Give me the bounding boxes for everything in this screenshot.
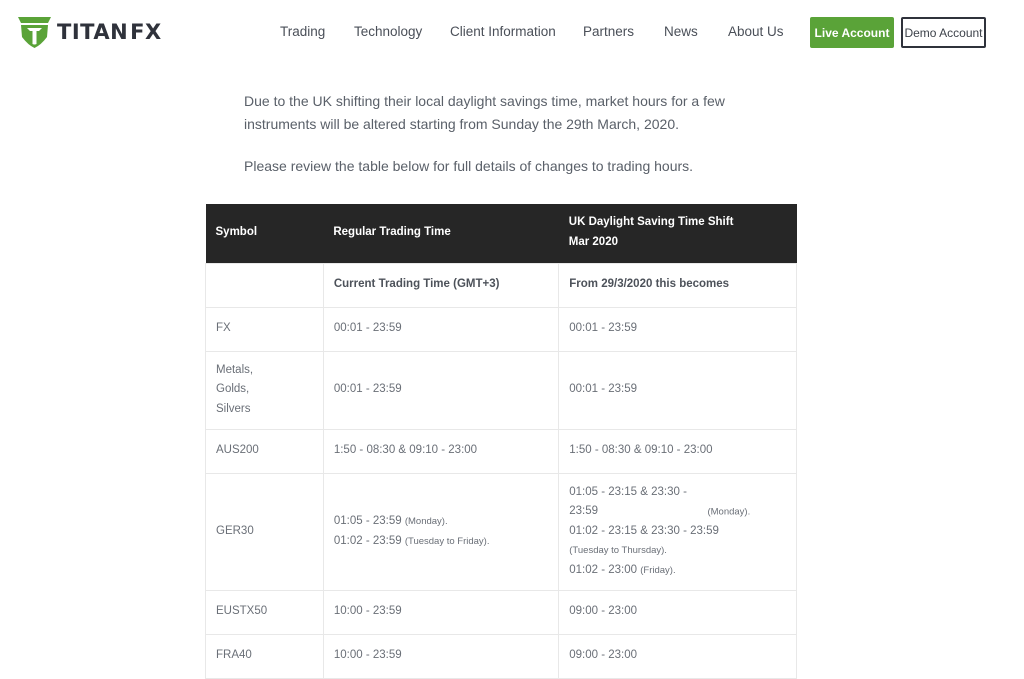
cell-shift-time: 09:00 - 23:00	[558, 589, 797, 635]
cell-shift-time: 09:00 - 23:00	[558, 633, 797, 679]
header-regular-trading-time: Regular Trading Time	[323, 204, 559, 263]
symbol-line: Metals,	[216, 363, 254, 376]
table-row: AUS200 1:50 - 08:30 & 09:10 - 23:00 1:50…	[205, 428, 797, 474]
cell-regular-time: 10:00 - 23:59	[322, 589, 560, 635]
nav-item-client-information[interactable]: Client Information	[450, 24, 556, 39]
cell-shift-time: 01:05 - 23:15 & 23:30 - 23:59 (Monday). …	[558, 472, 797, 591]
symbol-line: Silvers	[216, 402, 251, 415]
subheader-from-date: From 29/3/2020 this becomes	[558, 262, 797, 308]
live-account-button[interactable]: Live Account	[810, 17, 894, 48]
cell-symbol: FX	[205, 306, 324, 352]
cell-shift-time: 00:01 - 23:59	[558, 306, 797, 352]
header-uk-dst-shift-line1: UK Daylight Saving Time Shift	[568, 216, 734, 229]
table-subheader-row: Current Trading Time (GMT+3) From 29/3/2…	[205, 262, 797, 308]
table-row: EUSTX50 10:00 - 23:59 09:00 - 23:00	[205, 589, 797, 635]
site-header: TITANFX Trading Technology Client Inform…	[0, 0, 1024, 65]
demo-account-button[interactable]: Demo Account	[901, 17, 986, 48]
cell-symbol: FRA40	[205, 633, 324, 679]
subheader-symbol	[205, 262, 324, 308]
logo-text-titan: TITAN	[57, 19, 129, 44]
table-row: FRA40 10:00 - 23:59 09:00 - 23:00	[205, 633, 797, 679]
cell-symbol: GER30	[205, 472, 324, 591]
header-symbol: Symbol	[205, 204, 324, 263]
nav-item-news[interactable]: News	[664, 24, 698, 39]
day-note: (Tuesday to Thursday).	[569, 545, 667, 557]
cell-shift-time: 1:50 - 08:30 & 09:10 - 23:00	[558, 428, 797, 474]
cell-regular-time: 00:01 - 23:59	[322, 350, 560, 430]
cell-regular-time: 1:50 - 08:30 & 09:10 - 23:00	[322, 428, 560, 474]
time-range: 01:02 - 23:00	[569, 563, 638, 576]
day-note: (Friday).	[640, 564, 676, 576]
intro-text: Due to the UK shifting their local dayli…	[244, 90, 764, 178]
trading-hours-table: Symbol Regular Trading Time UK Daylight …	[205, 204, 797, 679]
cell-regular-time: 00:01 - 23:59	[322, 306, 560, 352]
trading-hours-table-container: Symbol Regular Trading Time UK Daylight …	[205, 204, 797, 679]
day-note: (Monday).	[404, 516, 448, 527]
time-range: 01:02 - 23:15 & 23:30 - 23:59	[569, 524, 719, 537]
intro-paragraph-1: Due to the UK shifting their local dayli…	[244, 93, 725, 132]
nav-item-trading[interactable]: Trading	[280, 24, 325, 39]
nav-item-technology[interactable]: Technology	[354, 24, 422, 39]
cell-shift-time: 00:01 - 23:59	[558, 350, 797, 430]
cell-symbol: EUSTX50	[205, 589, 324, 635]
table-row: Metals, Golds, Silvers 00:01 - 23:59 00:…	[205, 350, 797, 430]
cell-regular-time: 01:05 - 23:59 (Monday). 01:02 - 23:59 (T…	[322, 472, 560, 591]
intro-paragraph-2: Please review the table below for full d…	[244, 158, 694, 174]
cell-symbol: AUS200	[205, 428, 324, 474]
nav-item-partners[interactable]: Partners	[583, 24, 634, 39]
time-range: 01:05 - 23:59	[333, 515, 402, 527]
header-uk-dst-shift: UK Daylight Saving Time Shift Mar 2020	[558, 204, 797, 263]
symbol-line: Golds,	[216, 383, 250, 396]
logo-wordmark: TITANFX	[57, 19, 162, 44]
header-uk-dst-shift-line2: Mar 2020	[568, 235, 618, 248]
time-range: 01:02 - 23:59	[333, 534, 402, 547]
table-row: GER30 01:05 - 23:59 (Monday). 01:02 - 23…	[205, 472, 797, 591]
time-range: 01:05 - 23:15 & 23:30 - 23:59	[569, 485, 687, 518]
subheader-current-trading-time: Current Trading Time (GMT+3)	[322, 262, 560, 308]
cell-regular-time: 10:00 - 23:59	[322, 633, 560, 679]
day-note: (Monday).	[707, 506, 751, 518]
nav-item-about-us[interactable]: About Us	[728, 24, 784, 39]
logo-text-fx: FX	[130, 19, 162, 44]
day-note: (Tuesday to Friday).	[404, 535, 490, 547]
titanfx-logo[interactable]: TITANFX	[17, 15, 162, 49]
cell-symbol: Metals, Golds, Silvers	[205, 350, 324, 430]
shield-logo-icon	[18, 17, 51, 48]
table-row: FX 00:01 - 23:59 00:01 - 23:59	[205, 306, 797, 352]
table-header-row: Symbol Regular Trading Time UK Daylight …	[205, 204, 797, 263]
